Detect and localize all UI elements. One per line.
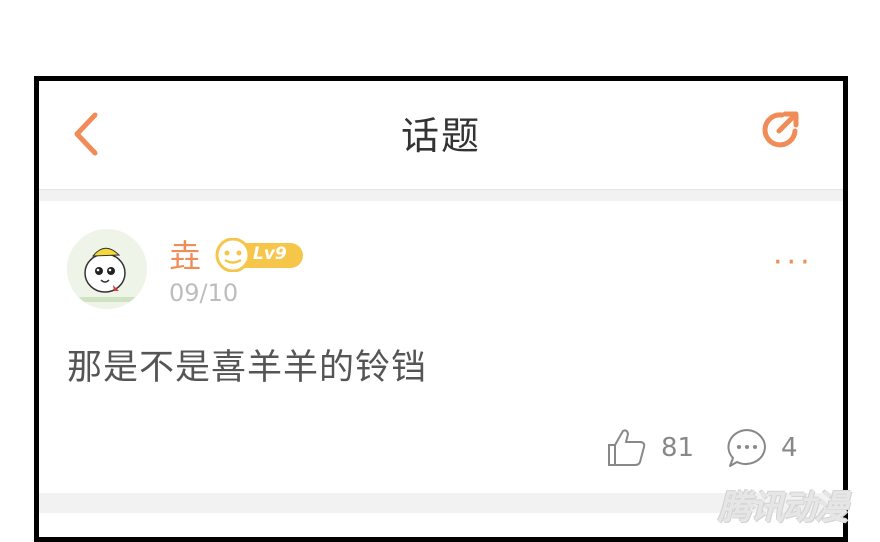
watermark-logo: 腾讯动漫 [718, 488, 848, 528]
page-title: 话题 [400, 114, 481, 158]
comment-count: 4 [781, 433, 798, 463]
post-card: 垚 Lv9 09/10 ··· 那是不是喜羊羊的铃铛 81 4 [39, 201, 843, 493]
share-button[interactable] [757, 105, 805, 153]
post-content: 那是不是喜羊羊的铃铛 [67, 348, 428, 388]
share-icon [762, 111, 799, 148]
comment-bubble-icon [727, 429, 766, 467]
like-count: 81 [661, 433, 695, 463]
thumbs-up-icon [608, 429, 646, 466]
level-label: Lv9 [253, 244, 287, 264]
more-options-button[interactable]: ··· [773, 248, 814, 278]
avatar[interactable] [67, 229, 147, 309]
username[interactable]: 垚 [169, 237, 201, 275]
top-bar: 话题 [39, 81, 843, 189]
avatar-cartoon-icon [67, 229, 147, 309]
like-button[interactable]: 81 [605, 425, 705, 469]
comment-button[interactable]: 4 [725, 425, 815, 469]
app-frame: 话题 垚 Lv9 09/10 ··· 那是不是喜羊羊的铃铛 81 4 [34, 76, 848, 542]
post-date: 09/10 [169, 279, 239, 307]
